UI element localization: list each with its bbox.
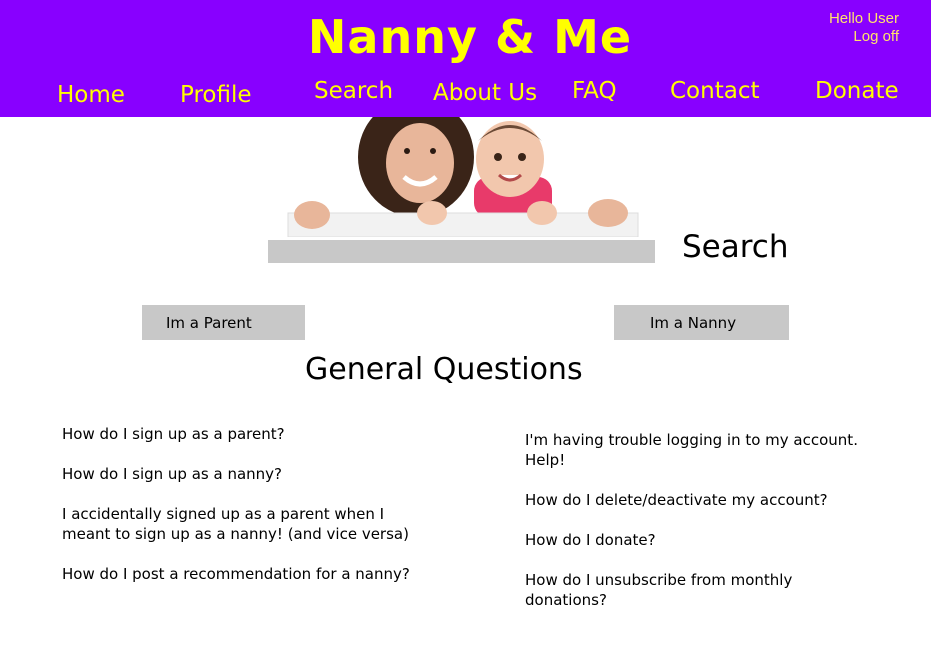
hero-image-mother-baby <box>286 117 640 237</box>
nav-search[interactable]: Search <box>314 78 393 104</box>
im-a-parent-button[interactable]: Im a Parent <box>142 305 305 340</box>
faq-question[interactable]: How do I delete/deactivate my account? <box>525 490 865 510</box>
faq-question[interactable]: How do I post a recommendation for a nan… <box>62 564 417 584</box>
nav-about-us[interactable]: About Us <box>433 80 537 106</box>
faq-column-left: How do I sign up as a parent? How do I s… <box>62 424 417 604</box>
section-title: General Questions <box>305 352 583 387</box>
nav-faq[interactable]: FAQ <box>572 78 617 104</box>
search-label[interactable]: Search <box>682 229 789 265</box>
faq-question[interactable]: I accidentally signed up as a parent whe… <box>62 504 417 544</box>
user-greeting: Hello User <box>828 10 899 27</box>
nav-profile[interactable]: Profile <box>180 82 252 108</box>
search-input[interactable] <box>268 240 655 263</box>
site-header: Nanny & Me Hello User Log off Home Profi… <box>0 0 931 117</box>
faq-question[interactable]: I'm having trouble logging in to my acco… <box>525 430 865 470</box>
nav-donate[interactable]: Donate <box>815 78 899 104</box>
faq-question[interactable]: How do I sign up as a parent? <box>62 424 417 444</box>
faq-question[interactable]: How do I donate? <box>525 530 865 550</box>
faq-question[interactable]: How do I unsubscribe from monthly donati… <box>525 570 865 610</box>
nav-home[interactable]: Home <box>57 82 125 108</box>
im-a-nanny-button[interactable]: Im a Nanny <box>614 305 789 340</box>
site-title: Nanny & Me <box>307 10 633 64</box>
faq-column-right: I'm having trouble logging in to my acco… <box>525 430 865 630</box>
faq-question[interactable]: How do I sign up as a nanny? <box>62 464 417 484</box>
user-box: Hello User Log off <box>829 10 899 46</box>
nav-contact[interactable]: Contact <box>670 78 759 104</box>
logoff-link[interactable]: Log off <box>829 28 899 46</box>
